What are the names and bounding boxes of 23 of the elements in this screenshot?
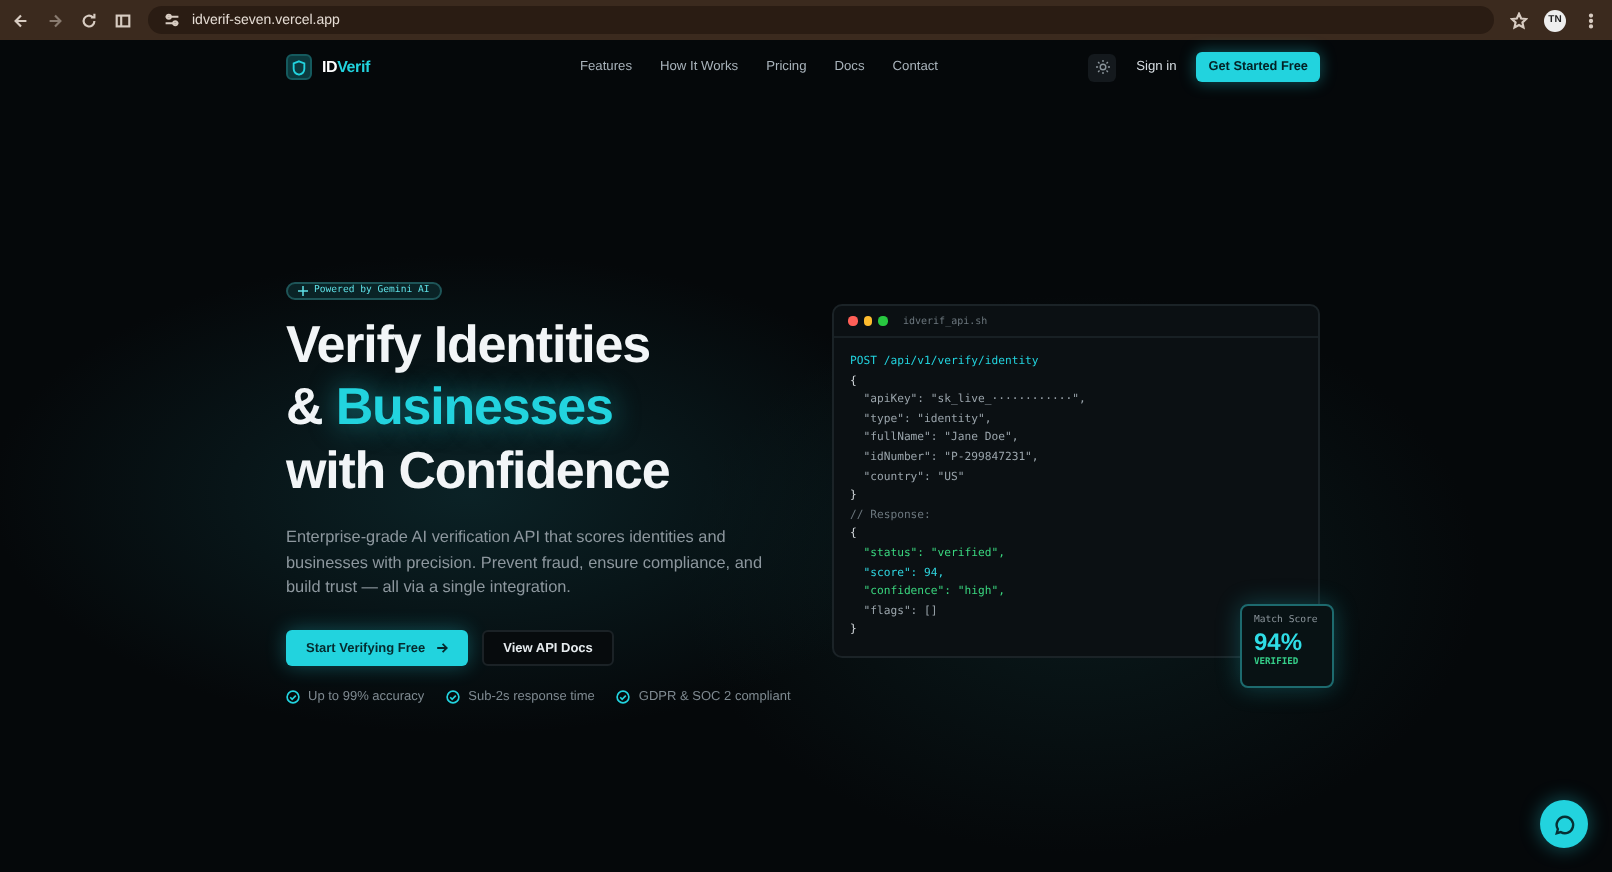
score-value: 94% <box>1254 630 1303 656</box>
shield-logo-icon <box>286 54 312 80</box>
chat-bubble-icon <box>1553 813 1575 835</box>
headline-line: Verify Identities <box>286 314 652 377</box>
check-circle-icon <box>286 690 300 704</box>
close-dot-icon <box>848 316 857 326</box>
arrow-right-icon <box>435 642 448 654</box>
hero-description: Enterprise-grade AI verification API that scores identities and businesses with precision. Prevent fraud, ensure compliance, and build trust — all via a single integration. <box>286 526 765 601</box>
forward-icon[interactable] <box>46 11 64 29</box>
maximize-dot-icon <box>878 316 887 326</box>
headline-line: & Businesses <box>286 376 615 440</box>
check-circle-icon <box>616 690 631 704</box>
back-icon[interactable] <box>12 11 30 29</box>
check-circle-icon <box>446 690 461 704</box>
reload-icon[interactable] <box>80 11 98 29</box>
minimize-dot-icon <box>863 316 872 326</box>
site-settings-icon[interactable] <box>164 12 180 28</box>
sidebar-icon[interactable] <box>114 11 132 29</box>
brand-name[interactable]: IDVerif <box>322 58 370 76</box>
theme-toggle-icon[interactable] <box>1088 53 1117 81</box>
bookmark-star-icon[interactable] <box>1510 11 1528 29</box>
headline-line: with Confidence <box>286 439 672 503</box>
chat-button[interactable] <box>1540 800 1588 848</box>
